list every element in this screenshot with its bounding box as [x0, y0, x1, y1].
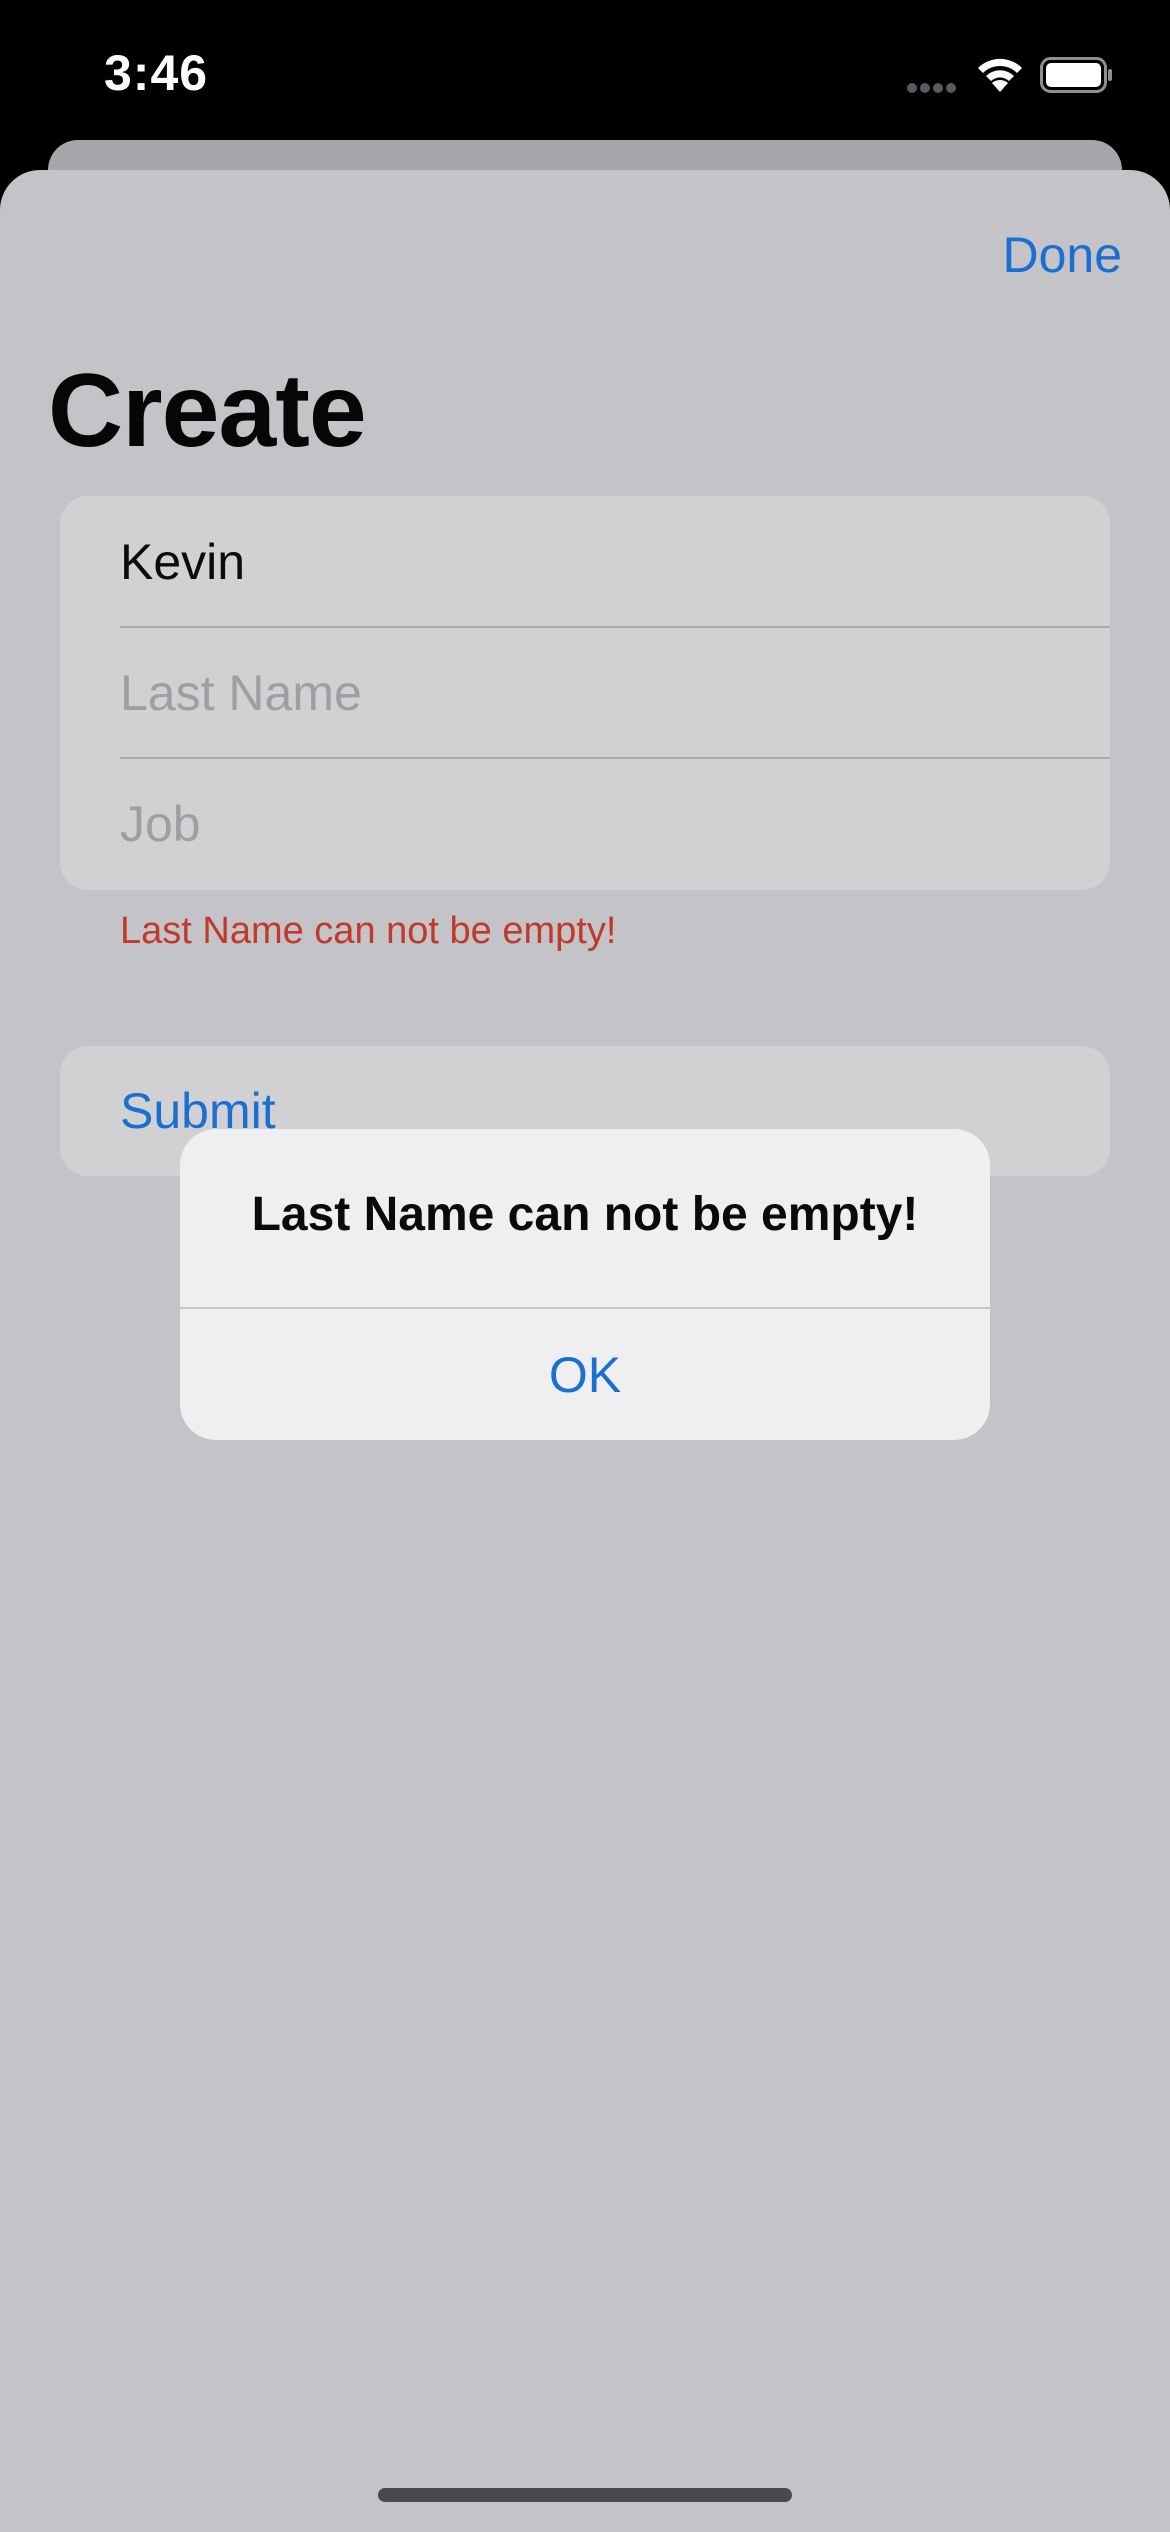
form-card	[60, 496, 1110, 890]
battery-icon	[1040, 57, 1112, 93]
alert-title: Last Name can not be empty!	[251, 1188, 919, 1241]
first-name-field[interactable]	[120, 532, 1110, 591]
job-row	[120, 758, 1110, 889]
alert-ok-button[interactable]: OK	[180, 1309, 990, 1440]
cellular-signal-icon	[907, 83, 956, 93]
status-time: 3:46	[104, 45, 209, 101]
validation-error-text: Last Name can not be empty!	[120, 910, 617, 952]
first-name-row	[120, 496, 1110, 627]
done-button[interactable]: Done	[1002, 226, 1122, 284]
home-indicator	[378, 2488, 792, 2502]
job-field[interactable]	[120, 794, 1110, 853]
status-bar: 3:46	[0, 0, 1170, 140]
last-name-field[interactable]	[120, 663, 1110, 722]
wifi-icon	[978, 58, 1022, 92]
alert-dialog: Last Name can not be empty! OK	[180, 1129, 990, 1440]
page-title: Create	[48, 353, 367, 469]
last-name-row	[120, 627, 1110, 758]
